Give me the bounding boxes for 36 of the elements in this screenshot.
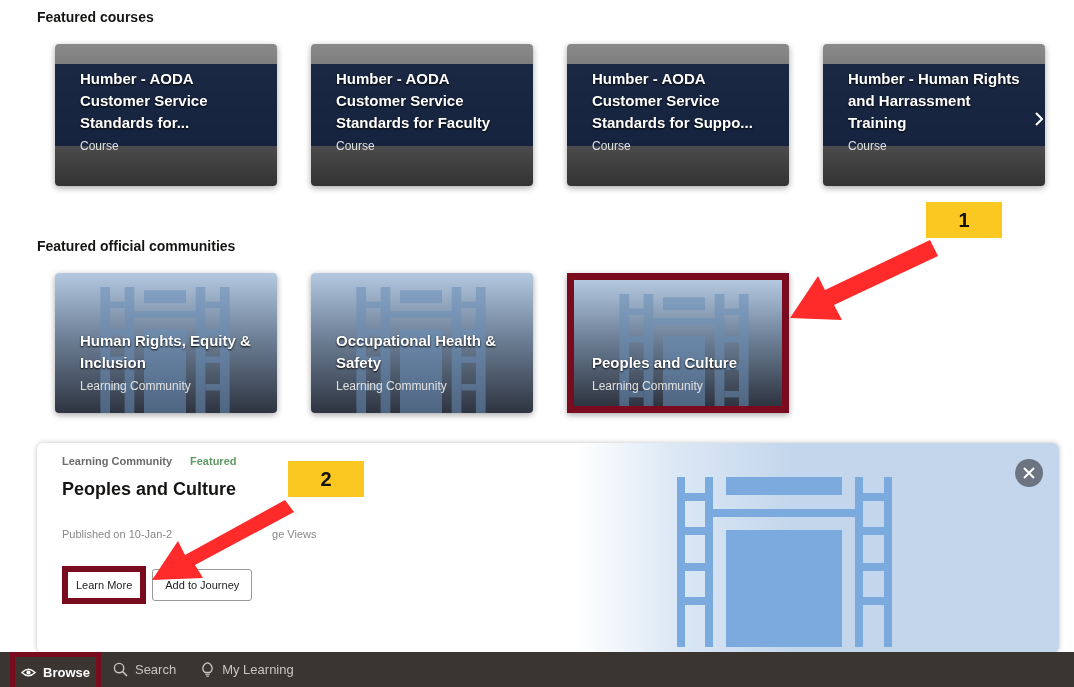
featured-label: Featured: [190, 455, 237, 467]
community-title: Human Rights, Equity & Inclusion: [80, 331, 252, 373]
community-card[interactable]: Peoples and Culture Learning Community: [567, 273, 789, 413]
section-heading: Featured courses: [37, 9, 155, 25]
course-title: Humber - AODA Customer Service Standards for Faculty: [336, 69, 492, 133]
community-type: Learning Community: [80, 379, 192, 393]
nav-tab[interactable]: My Learning: [188, 652, 306, 687]
course-card[interactable]: Humber - AODA Customer Service Standards for Faculty Course: [311, 44, 533, 186]
course-title: Humber - AODA Customer Service Standards for Suppo...: [592, 69, 754, 133]
section-heading: Featured official communities: [37, 238, 237, 254]
course-title: Humber - AODA Customer Service Standards for...: [80, 69, 209, 133]
published-info: ge Views: [272, 528, 317, 540]
course-card[interactable]: Humber - AODA Customer Service Standards for Suppo... Course: [567, 44, 789, 186]
community-title: Occupational Health & Safety: [336, 331, 498, 373]
content-type-label: Learning Community: [62, 455, 172, 467]
published-info: Published on 10-Jan-2: [62, 528, 173, 540]
lightbulb-icon: [200, 662, 216, 677]
step-number-badge: 1: [926, 202, 1002, 238]
nav-tab[interactable]: Browse: [10, 652, 101, 687]
course-card[interactable]: Humber - Human Rights and Harrassment Training Course: [823, 44, 1045, 186]
community-title: Peoples and Culture: [592, 353, 738, 373]
course-type: Course: [336, 139, 376, 153]
community-card[interactable]: Occupational Health & Safety Learning Community: [311, 273, 533, 413]
close-icon[interactable]: [1015, 459, 1043, 487]
community-type: Learning Community: [592, 379, 704, 393]
chevron-right-icon[interactable]: [1035, 112, 1043, 126]
community-card[interactable]: Human Rights, Equity & Inclusion Learning Community: [55, 273, 277, 413]
community-type: Learning Community: [336, 379, 448, 393]
course-type: Course: [592, 139, 632, 153]
search-icon: [112, 662, 128, 677]
nav-tab[interactable]: Search: [100, 652, 189, 687]
course-title: Humber - Human Rights and Harrassment Training: [848, 69, 1021, 133]
course-type: Course: [848, 139, 888, 153]
step-number-badge: 2: [288, 461, 364, 497]
course-card[interactable]: Humber - AODA Customer Service Standards for... Course: [55, 44, 277, 186]
course-type: Course: [80, 139, 120, 153]
